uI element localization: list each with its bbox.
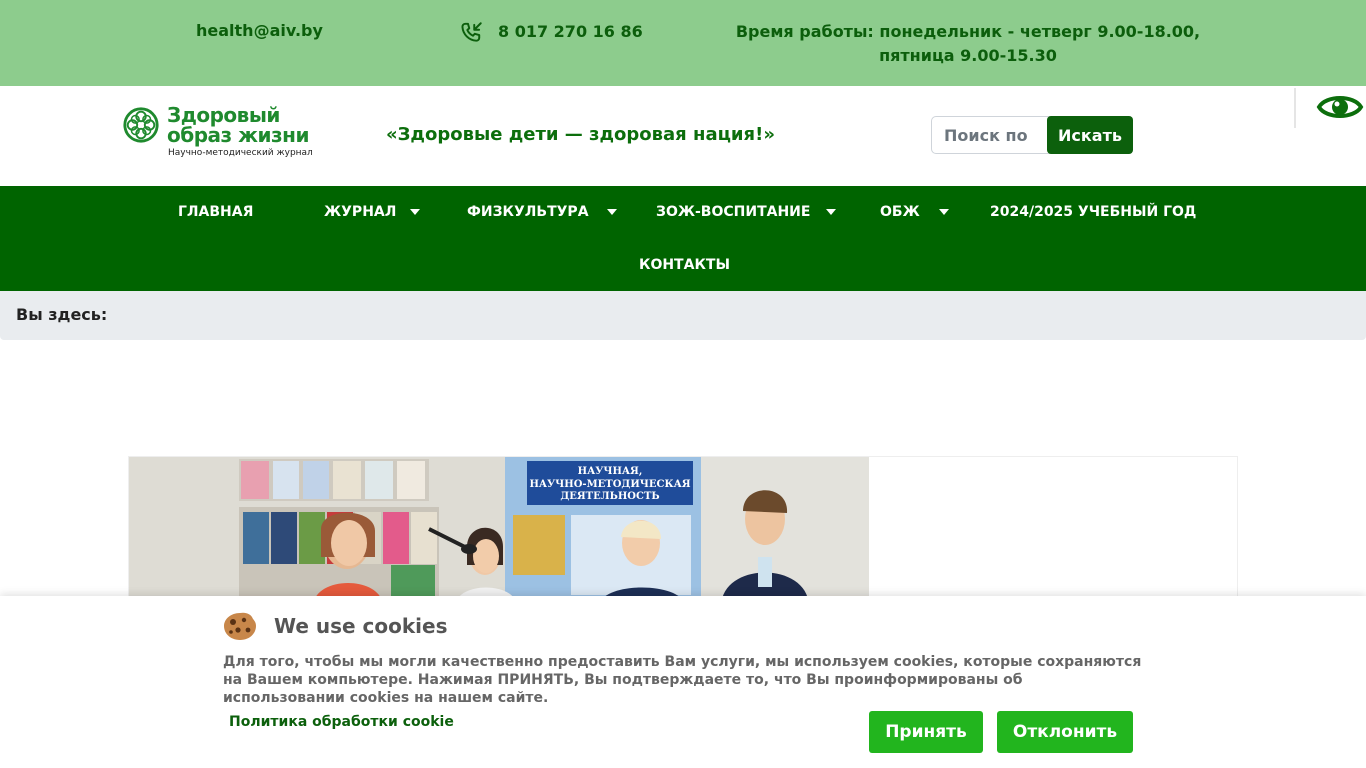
main-navigation: Главная Журнал Физкультура ЗОЖ-воспитани…: [0, 186, 1366, 291]
banner-text-line2: НАУЧНО-МЕТОДИЧЕСКАЯ: [529, 479, 690, 490]
nav-item-home[interactable]: Главная: [178, 199, 253, 225]
site-header: Здоровый образ жизни Научно-методический…: [0, 86, 1366, 186]
nav-item-label: ОБЖ: [880, 204, 920, 220]
nav-item-label: Физкультура: [467, 204, 589, 220]
caret-down-icon: [410, 209, 421, 215]
article-image-card[interactable]: НАУЧНАЯ, НАУЧНО-МЕТОДИЧЕСКАЯ ДЕЯТЕЛЬНОСТ…: [128, 456, 1238, 606]
accept-cookies-button[interactable]: Принять: [869, 711, 983, 753]
caret-down-icon: [938, 209, 949, 215]
cookie-icon: [224, 612, 256, 640]
cookie-banner: We use cookies Для того, чтобы мы могли …: [0, 596, 1366, 768]
nav-item-label: ЗОЖ-воспитание: [656, 204, 811, 220]
top-contact-bar: health@aiv.by 8 017 270 16 86 Время рабо…: [0, 0, 1366, 86]
conference-photo: НАУЧНАЯ, НАУЧНО-МЕТОДИЧЕСКАЯ ДЕЯТЕЛЬНОСТ…: [129, 457, 869, 605]
search-button[interactable]: Искать: [1047, 116, 1133, 154]
nav-item-label: Журнал: [324, 204, 397, 220]
nav-item-life-safety[interactable]: ОБЖ: [880, 199, 949, 225]
breadcrumb-label: Вы здесь:: [16, 305, 108, 324]
nav-item-healthy-lifestyle[interactable]: ЗОЖ-воспитание: [656, 199, 837, 225]
decline-cookies-button[interactable]: Отклонить: [997, 711, 1133, 753]
nav-item-school-year[interactable]: 2024/2025 учебный год: [990, 199, 1196, 225]
cookie-title: We use cookies: [274, 614, 448, 638]
logo-subtitle: Научно-методический журнал: [168, 148, 313, 158]
phone-incoming-icon: [461, 22, 482, 42]
nav-item-physical-education[interactable]: Физкультура: [467, 199, 617, 225]
logo-title-line2: образ жизни: [167, 123, 309, 147]
nav-item-label: Главная: [178, 204, 254, 220]
caret-down-icon: [826, 209, 837, 215]
banner-text-line1: НАУЧНАЯ,: [578, 466, 643, 477]
banner-text-line3: ДЕЯТЕЛЬНОСТЬ: [560, 491, 659, 502]
site-logo[interactable]: Здоровый образ жизни Научно-методический…: [122, 104, 322, 162]
cookie-policy-link[interactable]: Политика обработки cookie: [229, 714, 454, 730]
nav-item-label: 2024/2025 учебный год: [990, 204, 1197, 220]
eye-icon[interactable]: [1316, 88, 1364, 126]
cookie-description: Для того, чтобы мы могли качественно пре…: [223, 654, 1142, 706]
site-slogan: «Здоровые дети — здоровая нация!»: [386, 124, 775, 145]
breadcrumb: Вы здесь:: [0, 291, 1366, 340]
nav-item-journal[interactable]: Журнал: [324, 199, 421, 225]
email-link[interactable]: health@aiv.by: [196, 21, 323, 40]
caret-down-icon: [606, 209, 617, 215]
logo-emblem-icon: [123, 107, 159, 143]
working-hours: Время работы: понедельник - четверг 9.00…: [735, 22, 1201, 65]
phone-link[interactable]: 8 017 270 16 86: [498, 22, 643, 41]
nav-item-contacts[interactable]: Контакты: [639, 252, 730, 278]
header-divider: [1294, 88, 1296, 128]
search-input[interactable]: [931, 116, 1053, 154]
nav-item-label: Контакты: [639, 257, 730, 273]
